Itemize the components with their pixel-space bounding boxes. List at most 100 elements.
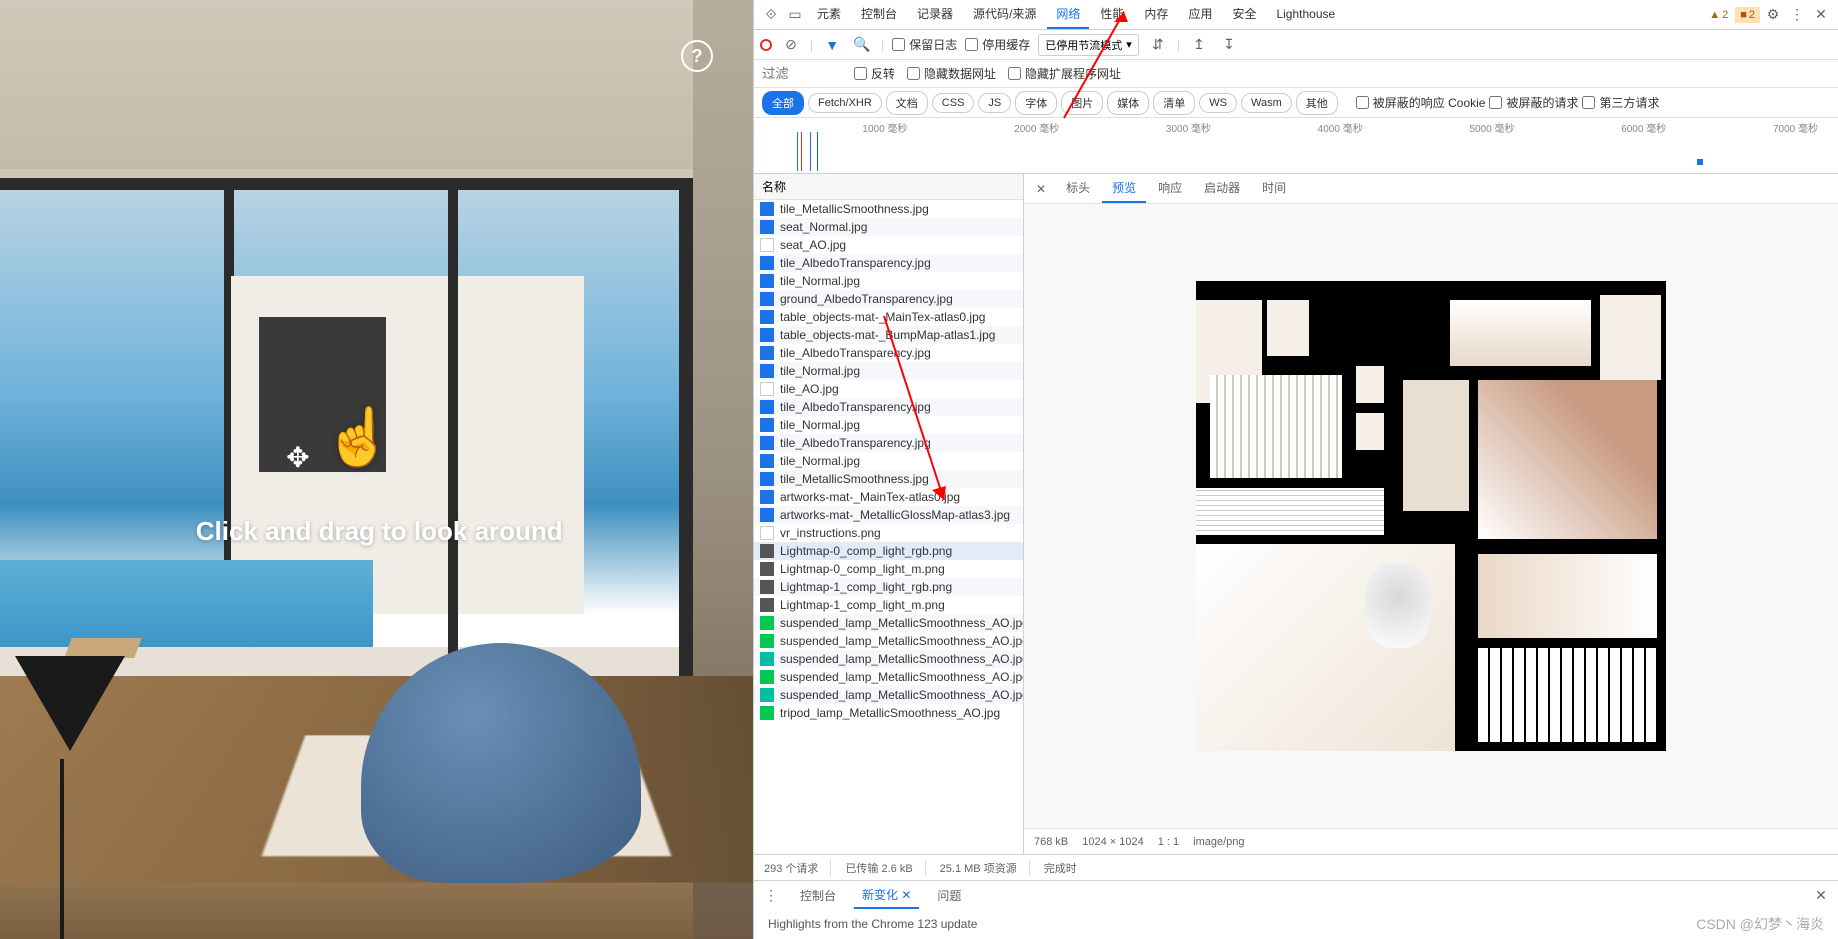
filter-icon[interactable]: ▼ [821,34,843,56]
request-row[interactable]: tripod_lamp_MetallicSmoothness_AO.jpg [754,704,1023,722]
pill-doc[interactable]: 文档 [886,91,928,115]
pill-font[interactable]: 字体 [1015,91,1057,115]
request-row[interactable]: suspended_lamp_MetallicSmoothness_AO.jpg [754,650,1023,668]
request-row[interactable]: table_objects-mat-_MainTex-atlas0.jpg [754,308,1023,326]
request-row[interactable]: tile_Normal.jpg [754,416,1023,434]
detail-tab-initiator[interactable]: 启动器 [1194,174,1250,203]
invert-checkbox[interactable]: 反转 [854,65,895,82]
blocked-req-checkbox[interactable]: 被屏蔽的请求 [1489,94,1578,111]
pill-all[interactable]: 全部 [762,91,804,115]
request-row[interactable]: tile_MetallicSmoothness.jpg [754,200,1023,218]
request-row[interactable]: tile_Normal.jpg [754,362,1023,380]
throttling-select[interactable]: 已停用节流模式 ▾ [1038,34,1139,56]
tab-performance[interactable]: 性能 [1091,0,1133,29]
hide-ext-urls-checkbox[interactable]: 隐藏扩展程序网址 [1008,65,1121,82]
blocked-cookie-checkbox[interactable]: 被屏蔽的响应 Cookie [1356,94,1486,111]
request-name: suspended_lamp_MetallicSmoothness_AO.jpg [780,616,1023,630]
close-detail-icon[interactable]: ✕ [1028,178,1054,200]
pill-css[interactable]: CSS [932,93,975,113]
wifi-icon[interactable]: ⇵ [1147,34,1169,56]
warnings-badge[interactable]: ▲ 2 [1704,7,1733,23]
app-viewport[interactable]: ? ✥ ☝ Click and drag to look around [0,0,753,939]
file-icon [760,310,774,324]
waterfall-overview[interactable]: 1000 毫秒 2000 毫秒 3000 毫秒 4000 毫秒 5000 毫秒 … [754,118,1838,174]
detail-tab-preview[interactable]: 预览 [1102,174,1146,203]
record-button[interactable] [760,39,772,51]
drawer-close-icon[interactable]: ✕ [1810,884,1832,906]
request-list[interactable]: tile_MetallicSmoothness.jpgseat_Normal.j… [754,200,1023,854]
request-row[interactable]: Lightmap-1_comp_light_rgb.png [754,578,1023,596]
pill-wasm[interactable]: Wasm [1241,93,1292,113]
request-row[interactable]: Lightmap-1_comp_light_m.png [754,596,1023,614]
file-icon [760,202,774,216]
request-row[interactable]: artworks-mat-_MetallicGlossMap-atlas3.jp… [754,506,1023,524]
upload-icon[interactable]: ↥ [1188,34,1210,56]
request-row[interactable]: ground_AlbedoTransparency.jpg [754,290,1023,308]
drawer-tab-whatsnew[interactable]: 新变化 ✕ [854,882,919,909]
detail-panel: ✕ 标头 预览 响应 启动器 时间 [1024,174,1838,854]
name-column-header[interactable]: 名称 [754,174,1023,200]
pill-other[interactable]: 其他 [1296,91,1338,115]
help-button[interactable]: ? [681,40,713,72]
search-icon[interactable]: 🔍 [851,34,873,56]
tick: 7000 毫秒 [1773,120,1818,135]
request-row[interactable]: suspended_lamp_MetallicSmoothness_AO.jpg [754,668,1023,686]
pill-fetch[interactable]: Fetch/XHR [808,93,882,113]
request-row[interactable]: suspended_lamp_MetallicSmoothness_AO.jpg [754,632,1023,650]
request-row[interactable]: tile_AlbedoTransparency.jpg [754,398,1023,416]
request-row[interactable]: tile_AlbedoTransparency.jpg [754,434,1023,452]
pill-js[interactable]: JS [978,93,1011,113]
tab-network[interactable]: 网络 [1047,0,1089,29]
request-row[interactable]: Lightmap-0_comp_light_rgb.png [754,542,1023,560]
clear-icon[interactable]: ⊘ [780,34,802,56]
tab-memory[interactable]: 内存 [1135,0,1177,29]
gear-icon[interactable]: ⚙ [1762,4,1784,26]
pill-media[interactable]: 媒体 [1107,91,1149,115]
pill-img[interactable]: 图片 [1061,91,1103,115]
pill-manifest[interactable]: 清单 [1153,91,1195,115]
more-icon[interactable]: ⋮ [1786,4,1808,26]
request-row[interactable]: suspended_lamp_MetallicSmoothness_AO.jpg [754,686,1023,704]
request-row[interactable]: suspended_lamp_MetallicSmoothness_AO.jpg [754,614,1023,632]
request-row[interactable]: tile_AO.jpg [754,380,1023,398]
tab-lighthouse[interactable]: Lighthouse [1267,2,1344,28]
request-row[interactable]: seat_Normal.jpg [754,218,1023,236]
tab-recorder[interactable]: 记录器 [908,0,962,29]
tab-elements[interactable]: 元素 [808,0,850,29]
request-row[interactable]: tile_Normal.jpg [754,272,1023,290]
request-row[interactable]: tile_AlbedoTransparency.jpg [754,254,1023,272]
pill-ws[interactable]: WS [1199,93,1237,113]
drawer-tab-console[interactable]: 控制台 [792,883,844,908]
drawer-more-icon[interactable]: ⋮ [760,884,782,906]
download-icon[interactable]: ↧ [1218,34,1240,56]
request-row[interactable]: tile_Normal.jpg [754,452,1023,470]
issues-badge[interactable]: ■ 2 [1735,7,1760,23]
tab-application[interactable]: 应用 [1179,0,1221,29]
request-row[interactable]: seat_AO.jpg [754,236,1023,254]
close-icon[interactable]: ✕ [1810,4,1832,26]
tab-security[interactable]: 安全 [1223,0,1265,29]
inspect-icon[interactable]: ⟐ [760,4,782,26]
request-row[interactable]: tile_MetallicSmoothness.jpg [754,470,1023,488]
third-party-checkbox[interactable]: 第三方请求 [1582,94,1659,111]
request-row[interactable]: artworks-mat-_MainTex-atlas0.jpg [754,488,1023,506]
disable-cache-checkbox[interactable]: 停用缓存 [965,36,1030,53]
detail-tab-timing[interactable]: 时间 [1252,174,1296,203]
request-name: suspended_lamp_MetallicSmoothness_AO.jpg [780,634,1023,648]
request-row[interactable]: vr_instructions.png [754,524,1023,542]
hide-data-urls-checkbox[interactable]: 隐藏数据网址 [907,65,996,82]
device-icon[interactable]: ▭ [784,4,806,26]
drawer-tab-issues[interactable]: 问题 [929,883,969,908]
move-icon: ✥ [286,441,309,474]
detail-tab-headers[interactable]: 标头 [1056,174,1100,203]
request-row[interactable]: table_objects-mat-_BumpMap-atlas1.jpg [754,326,1023,344]
tab-console[interactable]: 控制台 [852,0,906,29]
request-row[interactable]: Lightmap-0_comp_light_m.png [754,560,1023,578]
status-finish: 完成时 [1044,860,1077,876]
detail-tab-response[interactable]: 响应 [1148,174,1192,203]
request-row[interactable]: tile_AlbedoTransparency.jpg [754,344,1023,362]
filter-input[interactable] [762,66,842,81]
preserve-log-checkbox[interactable]: 保留日志 [892,36,957,53]
tab-sources[interactable]: 源代码/来源 [964,0,1045,29]
request-name: Lightmap-0_comp_light_m.png [780,562,945,576]
